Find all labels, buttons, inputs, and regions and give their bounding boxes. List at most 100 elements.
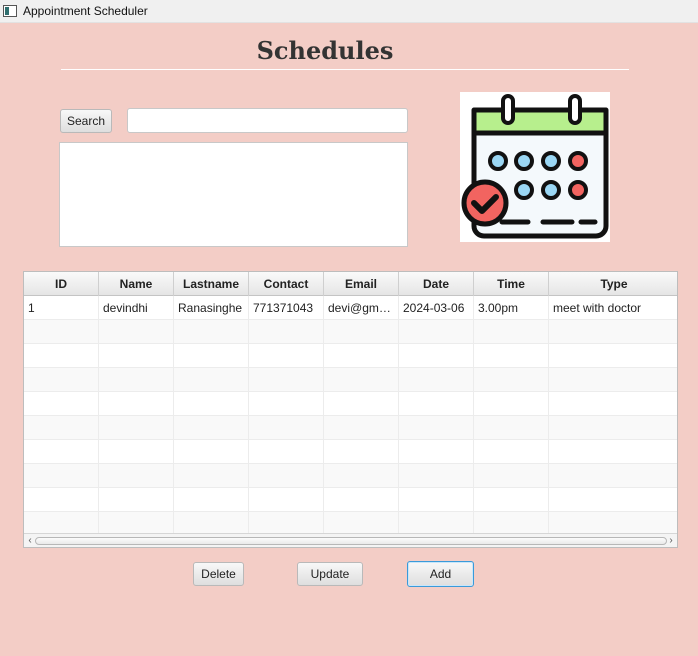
table-cell bbox=[24, 392, 99, 416]
table-cell bbox=[24, 344, 99, 368]
table-cell bbox=[99, 368, 174, 392]
table-cell bbox=[249, 320, 324, 344]
table-cell bbox=[249, 344, 324, 368]
table-cell bbox=[474, 416, 549, 440]
table-row[interactable] bbox=[24, 440, 677, 464]
column-header-name[interactable]: Name bbox=[99, 272, 174, 296]
table-cell-type: meet with doctor bbox=[549, 296, 677, 320]
table-cell bbox=[399, 320, 474, 344]
table-cell bbox=[474, 320, 549, 344]
table-cell bbox=[399, 416, 474, 440]
table-cell-date: 2024-03-06 bbox=[399, 296, 474, 320]
window-title: Appointment Scheduler bbox=[23, 4, 148, 18]
update-button[interactable]: Update bbox=[297, 562, 363, 586]
page-title: Schedules bbox=[256, 36, 394, 65]
table-body: 1 devindhi Ranasinghe 771371043 devi@gma… bbox=[24, 296, 677, 536]
table-cell bbox=[324, 464, 399, 488]
column-header-type[interactable]: Type bbox=[549, 272, 677, 296]
column-header-email[interactable]: Email bbox=[324, 272, 399, 296]
title-divider bbox=[61, 69, 629, 70]
table-cell bbox=[249, 368, 324, 392]
delete-button[interactable]: Delete bbox=[193, 562, 244, 586]
table-cell bbox=[24, 320, 99, 344]
table-cell bbox=[174, 488, 249, 512]
table-cell bbox=[399, 488, 474, 512]
table-cell bbox=[324, 440, 399, 464]
table-row[interactable] bbox=[24, 320, 677, 344]
table-cell bbox=[174, 320, 249, 344]
scroll-right-icon[interactable]: › bbox=[666, 535, 676, 547]
table-cell bbox=[399, 344, 474, 368]
table-cell bbox=[99, 320, 174, 344]
table-cell bbox=[549, 464, 677, 488]
table-cell bbox=[549, 488, 677, 512]
table-cell bbox=[249, 464, 324, 488]
calendar-check-icon bbox=[460, 92, 610, 242]
table-row[interactable] bbox=[24, 488, 677, 512]
table-cell bbox=[99, 440, 174, 464]
table-cell bbox=[99, 392, 174, 416]
add-button[interactable]: Add bbox=[407, 561, 474, 587]
table-cell-id: 1 bbox=[24, 296, 99, 320]
table-cell bbox=[549, 320, 677, 344]
table-cell bbox=[249, 440, 324, 464]
horizontal-scrollbar[interactable]: ‹ › bbox=[24, 533, 677, 547]
table-cell bbox=[174, 416, 249, 440]
table-cell bbox=[24, 488, 99, 512]
table-cell bbox=[99, 488, 174, 512]
scroll-left-icon[interactable]: ‹ bbox=[25, 535, 35, 547]
table-cell bbox=[324, 392, 399, 416]
table-cell bbox=[549, 392, 677, 416]
table-row[interactable] bbox=[24, 464, 677, 488]
table-cell bbox=[324, 344, 399, 368]
table-cell bbox=[549, 416, 677, 440]
search-button[interactable]: Search bbox=[60, 109, 112, 133]
table-cell bbox=[174, 464, 249, 488]
column-header-time[interactable]: Time bbox=[474, 272, 549, 296]
column-header-contact[interactable]: Contact bbox=[249, 272, 324, 296]
table-cell bbox=[99, 344, 174, 368]
table-cell bbox=[474, 368, 549, 392]
table-cell bbox=[549, 440, 677, 464]
table-cell bbox=[399, 368, 474, 392]
scrollbar-thumb[interactable] bbox=[35, 537, 667, 545]
table-cell bbox=[249, 416, 324, 440]
table-cell bbox=[24, 416, 99, 440]
table-row[interactable] bbox=[24, 416, 677, 440]
table-cell bbox=[249, 392, 324, 416]
title-bar: Appointment Scheduler bbox=[0, 0, 698, 23]
table-cell bbox=[24, 464, 99, 488]
column-header-lastname[interactable]: Lastname bbox=[174, 272, 249, 296]
table-cell bbox=[474, 464, 549, 488]
table-cell bbox=[474, 488, 549, 512]
appointments-table[interactable]: ID Name Lastname Contact Email Date Time… bbox=[23, 271, 678, 548]
table-cell-email: devi@gma... bbox=[324, 296, 399, 320]
table-cell-contact: 771371043 bbox=[249, 296, 324, 320]
table-cell bbox=[399, 464, 474, 488]
column-header-id[interactable]: ID bbox=[24, 272, 99, 296]
table-cell bbox=[99, 464, 174, 488]
table-cell bbox=[99, 416, 174, 440]
table-row[interactable] bbox=[24, 392, 677, 416]
table-cell bbox=[174, 368, 249, 392]
table-cell bbox=[474, 344, 549, 368]
table-row[interactable] bbox=[24, 344, 677, 368]
search-results-area[interactable] bbox=[59, 142, 408, 247]
table-cell bbox=[174, 344, 249, 368]
table-cell bbox=[174, 392, 249, 416]
table-header: ID Name Lastname Contact Email Date Time… bbox=[24, 272, 677, 296]
table-cell bbox=[249, 488, 324, 512]
table-row[interactable]: 1 devindhi Ranasinghe 771371043 devi@gma… bbox=[24, 296, 677, 320]
table-cell bbox=[474, 392, 549, 416]
search-input[interactable] bbox=[127, 108, 408, 133]
table-cell bbox=[549, 344, 677, 368]
table-cell-time: 3.00pm bbox=[474, 296, 549, 320]
table-row[interactable] bbox=[24, 368, 677, 392]
table-cell bbox=[474, 440, 549, 464]
table-cell bbox=[399, 440, 474, 464]
table-cell-lastname: Ranasinghe bbox=[174, 296, 249, 320]
column-header-date[interactable]: Date bbox=[399, 272, 474, 296]
table-cell bbox=[324, 488, 399, 512]
table-cell bbox=[24, 440, 99, 464]
app-icon bbox=[3, 5, 17, 17]
